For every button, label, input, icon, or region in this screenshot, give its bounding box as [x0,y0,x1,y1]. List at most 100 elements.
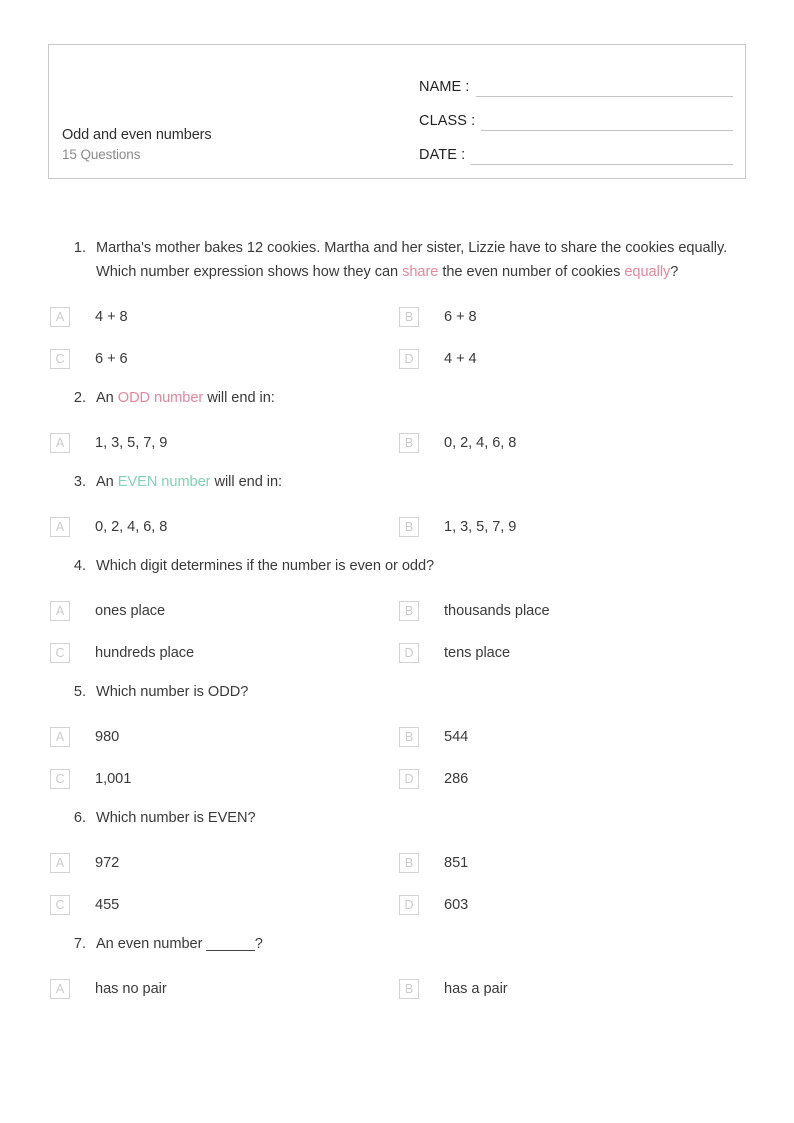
option-text: 544 [444,729,469,745]
answer-option[interactable]: A 0, 2, 4, 6, 8 [48,506,397,548]
option-letter-box[interactable]: B [399,979,419,999]
date-input-line[interactable] [471,150,733,165]
option-letter-box[interactable]: A [50,517,70,537]
question-block: 6. Which number is EVEN? A 972 B 851 C 455 D 603 [48,806,746,932]
question-block: 5. Which number is ODD? A 980 B 544 C 1,001 D 286 [48,680,746,806]
option-text: tens place [444,645,511,661]
option-letter-box[interactable]: B [399,433,419,453]
worksheet-title-group: Odd and even numbers 15 Questions [62,125,412,164]
question-text-segment: Which number is EVEN? [96,810,256,826]
class-input-line[interactable] [481,116,733,131]
option-text: 972 [95,855,120,871]
option-letter-box[interactable]: D [399,769,419,789]
answer-options: Ahas no pair Bhas a pair [48,968,746,1010]
option-letter-box[interactable]: A [50,979,70,999]
option-letter-box[interactable]: A [50,307,70,327]
question-text-segment: An even number ______? [96,936,263,952]
answer-option[interactable]: Dtens place [397,632,746,674]
question-row: 1. Martha's mother bakes 12 cookies. Mart… [48,236,746,284]
option-text: 1,001 [95,771,132,787]
option-letter-box[interactable]: A [50,433,70,453]
option-letter-box[interactable]: A [50,727,70,747]
answer-option[interactable]: B 544 [397,716,746,758]
page-title: Odd and even numbers [62,127,212,143]
question-row: 7. An even number ______? [48,932,746,956]
answer-options: A 4 + 8 B 6 + 8 C 6 + 6 D 4 + 4 [48,296,746,380]
option-text: 4 + 4 [444,351,477,367]
question-block: 7. An even number ______? Ahas no pair Bhas… [48,932,746,1016]
answer-option[interactable]: A 4 + 8 [48,296,397,338]
class-field-label: CLASS : [419,113,476,129]
question-number: 6. [73,810,86,826]
question-number: 3. [73,474,86,490]
question-keyword-odd: share [402,264,439,280]
answer-option[interactable]: B 0, 2, 4, 6, 8 [397,422,746,464]
answer-options: A 972 B 851 C 455 D 603 [48,842,746,926]
answer-option[interactable]: A 1, 3, 5, 7, 9 [48,422,397,464]
option-letter-box[interactable]: B [399,307,419,327]
question-text: Which digit determines if the number is … [96,554,746,578]
name-field-label: NAME : [419,79,470,95]
question-block: 2. An ODD number will end in: A 1, 3, 5, 7,… [48,386,746,470]
option-text: 6 + 8 [444,309,477,325]
question-text-segment: An [96,390,118,406]
question-row: 6. Which number is EVEN? [48,806,746,830]
option-letter-box[interactable]: C [50,895,70,915]
option-letter-box[interactable]: B [399,517,419,537]
answer-option[interactable]: A 980 [48,716,397,758]
answer-option[interactable]: B 1, 3, 5, 7, 9 [397,506,746,548]
answer-option[interactable]: C 6 + 6 [48,338,397,380]
name-input-line[interactable] [475,82,733,97]
option-text: ones place [95,603,166,619]
answer-option[interactable]: Bthousands place [397,590,746,632]
worksheet-header-card: Odd and even numbers 15 Questions NAME :… [48,44,746,179]
option-text: 980 [95,729,120,745]
question-row: 5. Which number is ODD? [48,680,746,704]
answer-option[interactable]: Ahas no pair [48,968,397,1010]
option-text: 4 + 8 [95,309,128,325]
option-letter-box[interactable]: D [399,643,419,663]
option-text: 455 [95,897,120,913]
answer-option[interactable]: D 286 [397,758,746,800]
question-list: 1. Martha's mother bakes 12 cookies. Mart… [48,236,746,1016]
answer-option[interactable]: A 972 [48,842,397,884]
option-text: 851 [444,855,469,871]
answer-option[interactable]: D 603 [397,884,746,926]
answer-options: A 980 B 544 C 1,001 D 286 [48,716,746,800]
option-text: hundreds place [95,645,195,661]
answer-option[interactable]: C 1,001 [48,758,397,800]
option-letter-box[interactable]: B [399,853,419,873]
answer-option[interactable]: D 4 + 4 [397,338,746,380]
answer-option[interactable]: Aones place [48,590,397,632]
question-text: An EVEN number will end in: [96,470,746,494]
option-text: has a pair [444,981,508,997]
question-number: 5. [73,684,86,700]
class-field-row: CLASS : [419,97,733,131]
option-letter-box[interactable]: B [399,601,419,621]
option-text: has no pair [95,981,167,997]
answer-option[interactable]: Chundreds place [48,632,397,674]
question-text-segment: An [96,474,118,490]
question-text: Which number is ODD? [96,680,746,704]
question-text: Martha's mother bakes 12 cookies. Martha… [96,236,746,284]
answer-option[interactable]: B 6 + 8 [397,296,746,338]
option-letter-box[interactable]: C [50,349,70,369]
option-letter-box[interactable]: B [399,727,419,747]
answer-option[interactable]: B 851 [397,842,746,884]
question-keyword-odd: ODD number [117,390,204,406]
question-count-label: 15 Questions [62,147,141,162]
option-letter-box[interactable]: D [399,895,419,915]
option-letter-box[interactable]: A [50,853,70,873]
question-row: 3. An EVEN number will end in: [48,470,746,494]
answer-option[interactable]: Bhas a pair [397,968,746,1010]
option-letter-box[interactable]: C [50,769,70,789]
option-letter-box[interactable]: C [50,643,70,663]
option-letter-box[interactable]: D [399,349,419,369]
answer-option[interactable]: C 455 [48,884,397,926]
question-text: An ODD number will end in: [96,386,746,410]
question-text-segment: the even number of cookies [438,264,625,280]
question-number: 7. [73,936,86,952]
question-spacer [48,1010,746,1016]
option-letter-box[interactable]: A [50,601,70,621]
question-text-segment: Which digit determines if the number is … [96,558,435,574]
